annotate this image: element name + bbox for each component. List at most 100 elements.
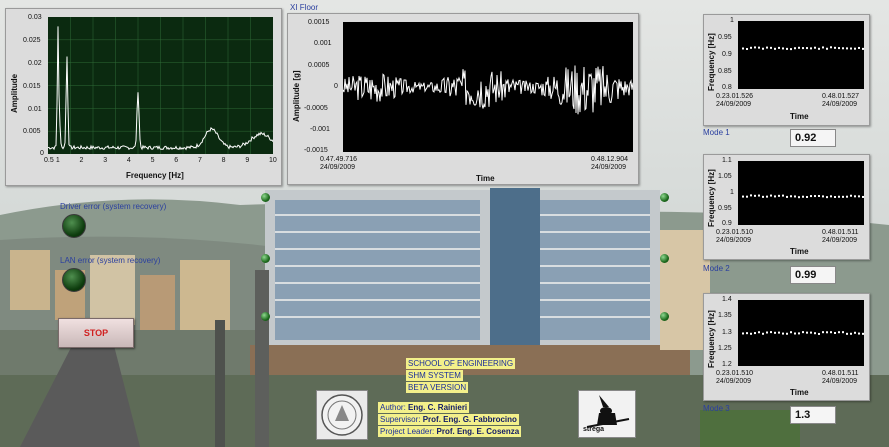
mode-point [854,195,856,198]
timeseries-chart [343,65,633,115]
mode3-datestart: 24/09/2009 [716,378,752,385]
mode-point [742,332,744,335]
system-label: SHM SYSTEM [406,370,463,381]
mode-point [858,195,860,198]
mode-point [754,46,756,49]
mode-point [766,46,768,49]
mode1-xend: 0.48.01.527 [822,93,859,100]
mode3-xend: 0.48.01.511 [822,370,859,377]
mode2-xend: 0.48.01.511 [822,229,859,236]
author-key: Author: [380,403,406,412]
timeseries-xend: 0.48.12.904 [591,156,628,163]
stop-button[interactable]: STOP [58,318,134,348]
mode-point [822,46,824,49]
author-value: Eng. C. Rainieri [408,403,468,412]
mode-point [774,331,776,334]
mode2-chart [742,194,864,199]
spectrum-panel: 0.03 0.025 0.02 0.015 0.01 0.005 0 Ampli… [5,8,282,186]
timeseries-dateend: 24/09/2009 [591,164,627,171]
sensor-led [660,254,669,263]
mode1-ytick: 0.9 [722,51,732,58]
mode-point [778,331,780,334]
mode3-label: Mode 3 [703,404,730,413]
mode-point [854,331,856,334]
mode-point [770,194,772,197]
sensor-led [261,312,270,321]
lan-error-label: LAN error (system recovery) [60,256,161,265]
mode1-panel: 1 0.95 0.9 0.85 0.8 Frequency [Hz] 0.23.… [703,14,870,126]
spectrum-xtick: 4 [126,157,131,164]
strega-logo: strega [578,390,636,438]
mode-point [766,331,768,334]
spectrum-ytick: 0.02 [28,60,42,67]
mode-point [746,195,748,198]
mode-point [790,195,792,198]
mode-point [818,332,820,335]
mode-point [798,196,800,199]
timeseries-ylabel: Amplitude [g] [292,70,301,122]
mode3-value: 1.3 [790,406,836,424]
spectrum-xtick: 0.5 [44,157,54,164]
mode2-ytick: 0.9 [722,220,732,227]
timeseries-panel: 0.0015 0.001 0.0005 0 -0.0005 -0.001 -0.… [287,13,639,185]
mode-point [830,195,832,198]
timeseries-ytick: 0.0005 [308,62,330,69]
mode-point [826,331,828,334]
mode-point [754,332,756,335]
mode1-plot [738,21,864,89]
spectrum-xtick: 5 [150,157,155,164]
mode-point [846,47,848,50]
timeseries-ytick: -0.001 [310,126,330,133]
timeseries-trace [343,65,633,115]
author-line: Author: Eng. C. Rainieri [378,402,470,413]
mode2-label: Mode 2 [703,264,730,273]
mode-point [810,47,812,50]
mode2-value: 0.99 [790,266,836,284]
mode-point [822,195,824,198]
mode-point [806,331,808,334]
mode-point [794,332,796,335]
spectrum-xtick: 9 [245,157,250,164]
mode-point [802,331,804,334]
mode-point [758,46,760,49]
mode-point [786,332,788,335]
mode-point [854,47,856,50]
strega-logo-text: strega [583,426,605,433]
mode1-ytick: 0.95 [718,34,732,41]
sensor-led [660,193,669,202]
spectrum-chart [48,17,273,154]
mode-point [846,332,848,335]
mode3-ytick: 1.3 [722,329,732,336]
mode2-xstart: 0.23.01.510 [716,229,753,236]
mode-point [846,195,848,198]
mode-point [850,332,852,335]
mode-point [778,194,780,197]
mode-point [782,47,784,50]
spectrum-xtick: 7 [197,157,202,164]
mode-point [830,46,832,49]
mode3-chart [742,331,864,335]
mode-point [742,195,744,198]
mode-point [762,332,764,335]
timeseries-ytick: -0.0005 [304,105,328,112]
spectrum-xtick: 8 [221,157,226,164]
mode3-ytick: 1.4 [722,296,732,303]
mode-point [754,194,756,197]
university-seal-logo [316,390,368,440]
mode-point [766,195,768,198]
mode3-ytick: 1.2 [722,361,732,368]
spectrum-ytick: 0.015 [23,83,41,90]
mode-point [798,46,800,49]
mode-point [746,332,748,335]
mode1-ytick: 0.85 [718,68,732,75]
mode-point [834,46,836,49]
spectrum-ytick: 0.01 [28,106,42,113]
seal-icon [321,394,363,436]
mode-point [858,46,860,49]
mode-point [850,194,852,197]
mode-point [862,195,864,198]
mode-point [786,195,788,198]
mode2-ytick: 1 [730,189,734,196]
mode1-chart [742,46,864,51]
mode-point [862,332,864,335]
